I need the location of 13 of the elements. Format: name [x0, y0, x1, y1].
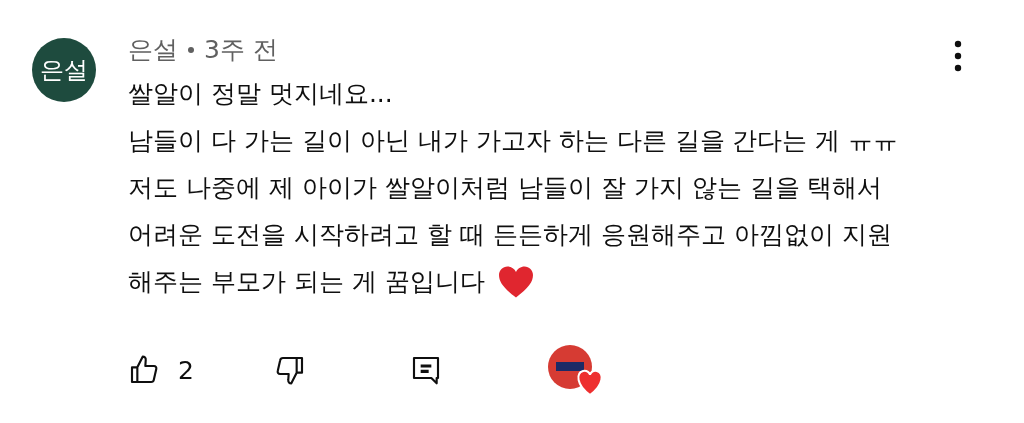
separator-dot [188, 47, 194, 53]
author-name[interactable]: 은설 [128, 36, 178, 64]
comment-text: 쌀알이 정말 멋지네요... [128, 77, 393, 110]
heart-icon [496, 264, 535, 299]
comment-text: 어려운 도전을 시작하려고 할 때 든든하게 응원해주고 아낌없이 지원 [128, 218, 892, 251]
thumbs-up-icon[interactable] [128, 354, 160, 386]
avatar[interactable]: 은설 [32, 38, 96, 102]
like-count: 2 [178, 355, 194, 385]
comment-text: 해주는 부모가 되는 게 꿈입니다 [128, 265, 485, 298]
more-options-icon[interactable] [954, 40, 962, 72]
comment-text: 저도 나중에 제 아이가 쌀알이처럼 남들이 잘 가지 않는 길을 택해서 [128, 171, 883, 204]
comment-time: 3주 전 [204, 36, 278, 64]
comment-text: 남들이 다 가는 길이 아닌 내가 가고자 하는 다른 길을 간다는 게 ㅠㅠ [128, 124, 899, 157]
